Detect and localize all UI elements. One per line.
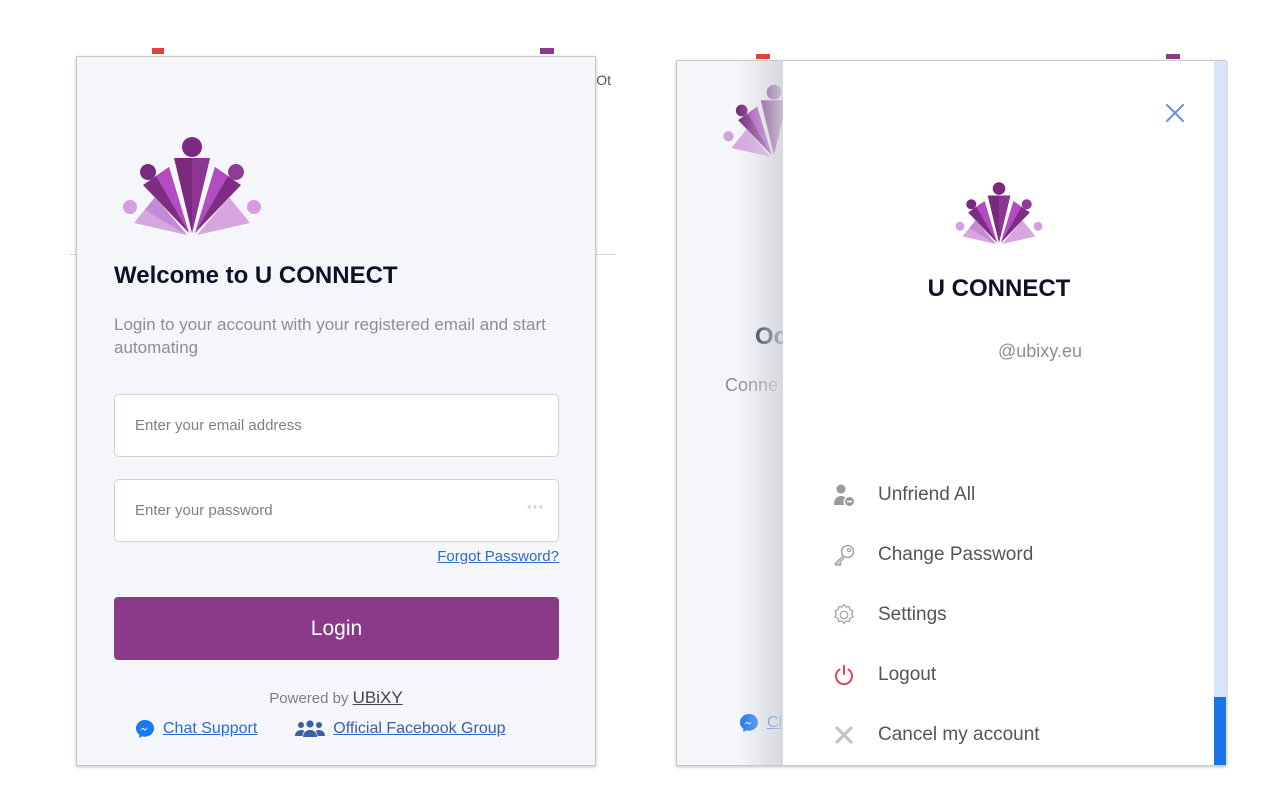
- password-field[interactable]: ***: [114, 479, 559, 542]
- drawer-title: U CONNECT: [927, 275, 1071, 302]
- facebook-group-label: Official Facebook Group: [333, 720, 506, 737]
- close-icon[interactable]: [1163, 101, 1187, 125]
- user-remove-icon: [831, 482, 857, 508]
- browser-tab-indicator: [152, 48, 164, 54]
- email-field[interactable]: [114, 394, 559, 457]
- menu-item-label: Unfriend All: [878, 484, 976, 505]
- menu-item-logout[interactable]: Logout: [831, 645, 1040, 705]
- scrollbar-thumb[interactable]: [1214, 697, 1226, 765]
- browser-tab-indicator: [540, 48, 554, 54]
- users-group-icon: [295, 720, 326, 738]
- login-popup: Welcome to U CONNECT Login to your accou…: [76, 56, 596, 766]
- menu-item-settings[interactable]: Settings: [831, 585, 1040, 645]
- browser-tab-indicator: [1166, 54, 1180, 59]
- password-input[interactable]: [115, 480, 558, 541]
- account-drawer: U CONNECT @ubixy.eu Unfriend All Change …: [783, 61, 1215, 765]
- password-mask-icon: ***: [526, 502, 544, 516]
- drawer-shadow: [737, 61, 785, 765]
- menu-item-label: Logout: [878, 664, 937, 685]
- chat-support-link[interactable]: Chat Support: [135, 719, 257, 739]
- cancel-icon: [831, 722, 857, 748]
- powered-by-label: Powered by: [269, 690, 349, 707]
- account-menu: Unfriend All Change Password Settings Lo…: [831, 465, 1040, 765]
- drawer-scrollbar[interactable]: [1214, 61, 1226, 765]
- panel-edge: [1226, 61, 1228, 765]
- menu-item-unfriend-all[interactable]: Unfriend All: [831, 465, 1040, 525]
- page-title: Welcome to U CONNECT: [114, 262, 398, 289]
- u-connect-logo: [955, 182, 1043, 244]
- powered-by: Powered by UBiXY: [77, 688, 595, 708]
- power-icon: [831, 662, 857, 688]
- menu-item-label: Settings: [878, 604, 947, 625]
- user-email: @ubixy.eu: [998, 341, 1082, 361]
- login-button[interactable]: Login: [114, 597, 559, 660]
- chat-support-label: Chat Support: [163, 720, 258, 737]
- facebook-group-link[interactable]: Official Facebook Group: [295, 720, 506, 738]
- browser-tab-indicator: [756, 54, 770, 59]
- key-icon: [831, 542, 857, 568]
- footer-links: Chat Support Official Facebook Group: [135, 719, 506, 739]
- ubixy-link[interactable]: UBiXY: [353, 688, 403, 707]
- menu-item-label: Change Password: [878, 544, 1034, 565]
- forgot-password-link[interactable]: Forgot Password?: [437, 548, 559, 565]
- page-subtitle: Login to your account with your register…: [114, 315, 546, 357]
- menu-item-change-password[interactable]: Change Password: [831, 525, 1040, 585]
- email-input[interactable]: [115, 395, 558, 456]
- messenger-icon: [135, 719, 155, 739]
- menu-item-cancel-account[interactable]: Cancel my account: [831, 705, 1040, 765]
- menu-item-label: Cancel my account: [878, 724, 1040, 745]
- background-tab-text: Ot: [596, 72, 611, 88]
- u-connect-logo: [123, 137, 261, 235]
- gear-icon: [831, 602, 857, 628]
